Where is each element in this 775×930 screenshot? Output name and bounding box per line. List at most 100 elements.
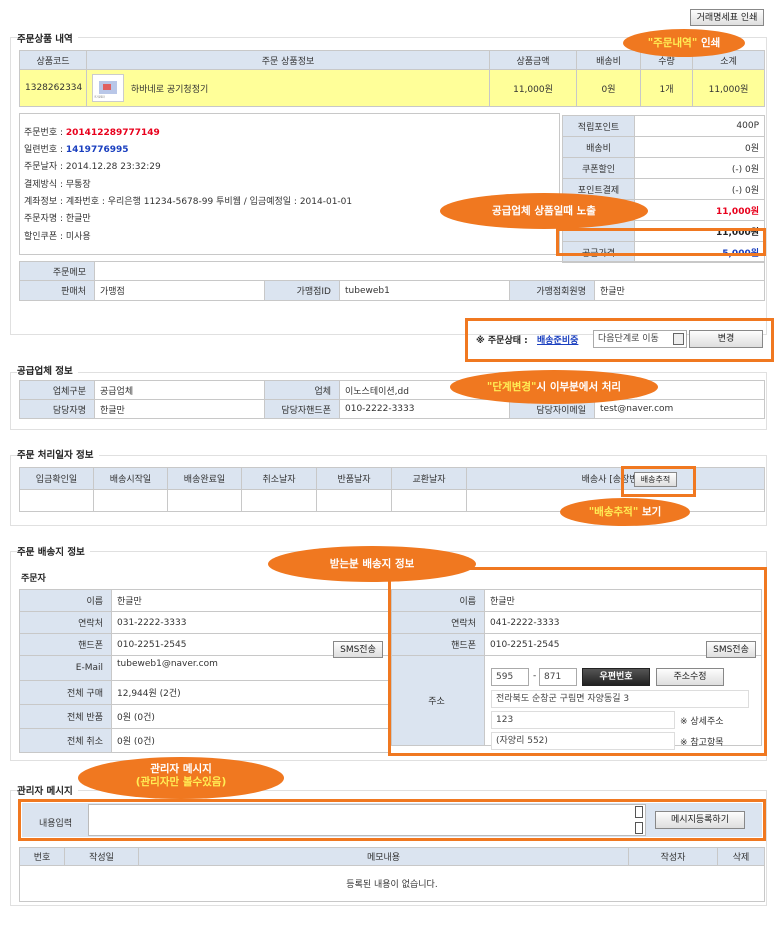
empty-message: 등록된 내용이 없습니다. bbox=[19, 865, 765, 902]
address-detail-note: ※ 상세주소 bbox=[680, 717, 724, 727]
orderer-phone-value: 031-2222-3333 bbox=[111, 611, 389, 634]
col-carrier: 배송사 [송장번호] bbox=[466, 467, 765, 490]
process-dates-title: 주문 처리일자 정보 bbox=[17, 447, 99, 461]
address-reference[interactable]: (자양리 552) bbox=[491, 732, 675, 750]
col-product-code: 상품코드 bbox=[19, 50, 87, 70]
col-ship-complete: 배송완료일 bbox=[167, 467, 242, 490]
change-status-button[interactable]: 변경 bbox=[689, 330, 763, 348]
callout-recipient-info: 받는분 배송지 정보 bbox=[268, 546, 476, 582]
col-memo: 메모내용 bbox=[138, 847, 629, 866]
franchise-member-value: 한글만 bbox=[593, 280, 766, 301]
orderer-name-value: 한글만 bbox=[111, 589, 389, 612]
table-row: 1328262334 공기청정기 하바네로 공기청정기 11,000원 0원 1… bbox=[19, 69, 765, 107]
order-items-title: 주문상품 내역 bbox=[17, 31, 78, 45]
col-shipping: 배송비 bbox=[576, 50, 641, 70]
seller-label: 판매처 bbox=[19, 280, 95, 301]
order-status-prefix: ※ 주문상태 : bbox=[476, 336, 528, 346]
order-number: 201412289777149 bbox=[65, 128, 160, 138]
chevron-down-icon bbox=[673, 333, 684, 345]
shipping-title: 주문 배송지 정보 bbox=[17, 544, 90, 558]
order-number-line: 주문번호 : 201412289777149 bbox=[24, 128, 160, 138]
supplier-email: test@naver.com bbox=[594, 399, 765, 419]
zip-dash: - bbox=[533, 671, 537, 681]
zip-code-2[interactable]: 871 bbox=[539, 668, 577, 686]
register-message-button[interactable]: 메시지등록하기 bbox=[655, 811, 745, 829]
col-created: 작성일 bbox=[64, 847, 139, 866]
product-shipping: 0원 bbox=[576, 69, 641, 107]
orderer-phone-label: 연락처 bbox=[19, 611, 112, 634]
supplier-title: 공급업체 정보 bbox=[17, 363, 78, 377]
supplier-type-label: 업체구분 bbox=[19, 380, 95, 400]
orderer-email-label: E-Mail bbox=[19, 655, 112, 681]
summary-row: 적립포인트 400P bbox=[562, 115, 765, 137]
total-return-label: 전체 반품 bbox=[19, 704, 112, 729]
product-thumbnail[interactable]: 공기청정기 bbox=[92, 74, 124, 102]
coupon-info: 할인쿠폰 : 미사용 bbox=[24, 232, 91, 242]
next-step-select[interactable]: 다음단계로 이동 bbox=[593, 330, 687, 348]
order-date: 주문날자 : 2014.12.28 23:32:29 bbox=[24, 162, 161, 172]
seller-value: 가맹점 bbox=[94, 280, 265, 301]
callout-admin-line1: 관리자 메시지 bbox=[150, 763, 212, 775]
product-subtotal: 11,000원 bbox=[692, 69, 765, 107]
print-statement-button[interactable]: 거래명세표 인쇄 bbox=[690, 9, 764, 26]
total-cancel-value: 0원 (0건) bbox=[111, 728, 389, 753]
callout-stage-change: "단계변경"시 이부분에서 처리 bbox=[450, 370, 658, 404]
address-detail[interactable]: 123 bbox=[491, 711, 675, 729]
orderer-sms-button[interactable]: SMS전송 bbox=[333, 641, 383, 658]
scroll-up-icon[interactable] bbox=[635, 806, 643, 818]
memo-label: 주문메모 bbox=[19, 261, 95, 281]
col-delete: 삭제 bbox=[717, 847, 765, 866]
thumbnail-caption: 공기청정기 bbox=[94, 95, 106, 99]
orderer-email-value: tubeweb1@naver.com bbox=[111, 655, 389, 681]
col-deposit-date: 입금확인일 bbox=[19, 467, 94, 490]
admin-messages-table: 번호 작성일 메모내용 작성자 삭제 등록된 내용이 없습니다. bbox=[19, 847, 765, 902]
supplier-manager: 한글만 bbox=[94, 399, 265, 419]
track-shipment-button[interactable]: 배송추적 bbox=[634, 472, 677, 487]
col-exchange-date: 교환날자 bbox=[391, 467, 467, 490]
summary-row: 배송비 0원 bbox=[562, 136, 765, 158]
supplier-company-label: 업체 bbox=[264, 380, 340, 400]
address-reference-note: ※ 참고항목 bbox=[680, 738, 724, 748]
admin-message-input[interactable] bbox=[88, 804, 646, 836]
col-ship-start: 배송시작일 bbox=[93, 467, 168, 490]
col-product-info: 주문 상품정보 bbox=[86, 50, 490, 70]
zip-code-1[interactable]: 595 bbox=[491, 668, 529, 686]
supply-price-highlight bbox=[556, 228, 766, 256]
product-name[interactable]: 하바네로 공기청정기 bbox=[131, 85, 208, 95]
supplier-mobile-label: 담당자핸드폰 bbox=[264, 399, 340, 419]
edit-address-button[interactable]: 주소수정 bbox=[656, 668, 724, 686]
franchise-id-value: tubeweb1 bbox=[339, 280, 510, 301]
product-price: 11,000원 bbox=[489, 69, 577, 107]
col-number: 번호 bbox=[19, 847, 65, 866]
total-return-value: 0원 (0건) bbox=[111, 704, 389, 729]
col-return-date: 반품날자 bbox=[316, 467, 392, 490]
order-memo-table: 주문메모 판매처 가맹점 가맹점ID tubeweb1 가맹점회원명 한글만 bbox=[19, 261, 766, 301]
callout-admin-message: 관리자 메시지 (관리자만 볼수있음) bbox=[78, 757, 284, 799]
recipient-sms-button[interactable]: SMS전송 bbox=[706, 641, 756, 658]
total-purchase-value: 12,944원 (2건) bbox=[111, 680, 389, 705]
supplier-mobile: 010-2222-3333 bbox=[339, 399, 510, 419]
address-line-1[interactable]: 전라북도 순창군 구림면 자양동길 3 bbox=[491, 690, 749, 708]
callout-track: "배송추적" 보기 bbox=[560, 498, 690, 526]
callout-admin-line2: (관리자만 볼수있음) bbox=[135, 776, 227, 788]
scroll-down-icon[interactable] bbox=[635, 822, 643, 834]
supplier-type: 공급업체 bbox=[94, 380, 265, 400]
total-cancel-label: 전체 취소 bbox=[19, 728, 112, 753]
supplier-manager-label: 담당자명 bbox=[19, 399, 95, 419]
col-author: 작성자 bbox=[628, 847, 718, 866]
product-info[interactable]: 공기청정기 하바네로 공기청정기 bbox=[86, 69, 490, 107]
orderer-name-label: 이름 bbox=[19, 589, 112, 612]
orderer-subtitle: 주문자 bbox=[21, 574, 46, 584]
order-status-current[interactable]: 배송준비중 bbox=[537, 333, 578, 346]
admin-message-title: 관리자 메시지 bbox=[17, 783, 78, 797]
payment-method: 결제방식 : 무통장 bbox=[24, 180, 91, 190]
account-info: 계좌정보 : 계좌번호 : 우리은행 11234-5678-99 투비웹 / 입… bbox=[24, 197, 353, 207]
summary-row: 쿠폰할인 (-) 0원 bbox=[562, 157, 765, 179]
orderer-mobile-label: 핸드폰 bbox=[19, 633, 112, 656]
callout-supply-product: 공급업체 상품일때 노출 bbox=[440, 193, 648, 229]
serial-number-line: 일련번호 : 1419776995 bbox=[24, 145, 129, 155]
table-row: 등록된 내용이 없습니다. bbox=[19, 865, 765, 902]
franchise-id-label: 가맹점ID bbox=[264, 280, 340, 301]
zip-search-button[interactable]: 우편번호 bbox=[582, 668, 650, 686]
total-purchase-label: 전체 구매 bbox=[19, 680, 112, 705]
